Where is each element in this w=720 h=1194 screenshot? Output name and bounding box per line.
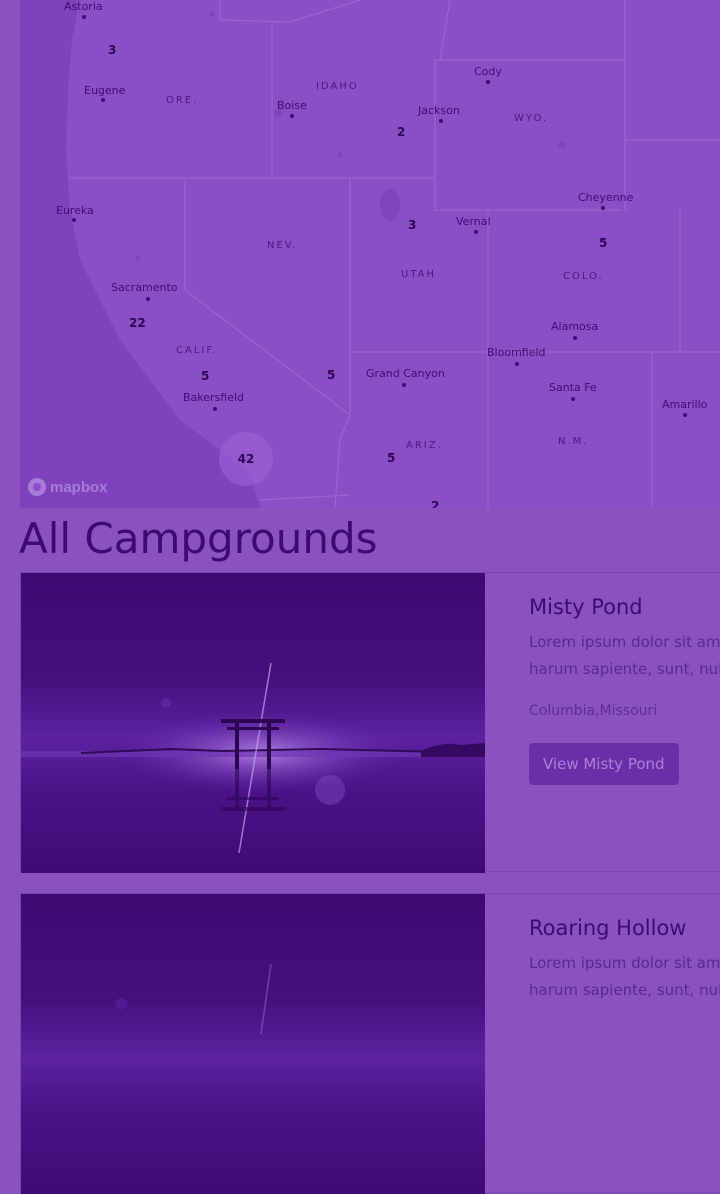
city-dot [683, 413, 687, 417]
mapbox-wordmark: mapbox [50, 478, 108, 496]
city-dot [82, 15, 86, 19]
state-label-utah: UTAH [401, 269, 437, 280]
state-label-wyoming: WYO. [514, 113, 549, 124]
campground-title: Roaring Hollow [529, 916, 687, 940]
campground-card: Roaring Hollow Lorem ipsum dolor sit ame… [20, 893, 720, 1194]
city-label-santa-fe: Santa Fe [549, 381, 597, 394]
mapbox-icon [28, 478, 46, 496]
city-dot [486, 80, 490, 84]
city-label-bloomfield: Bloomfield [487, 346, 546, 359]
city-label-jackson: Jackson [418, 104, 460, 117]
cluster-marker[interactable]: 3 [408, 219, 416, 231]
description-line: harum sapiente, sunt, nulla [529, 660, 720, 678]
cluster-marker[interactable]: 2 [397, 126, 405, 138]
city-label-cheyenne: Cheyenne [578, 191, 634, 204]
city-dot [402, 383, 406, 387]
city-dot [571, 397, 575, 401]
city-label-vernal: Vernal [456, 215, 491, 228]
city-dot [474, 230, 478, 234]
campground-photo [21, 894, 485, 1194]
cluster-marker[interactable]: 5 [327, 369, 335, 381]
city-dot [213, 407, 217, 411]
campground-photo [21, 573, 485, 873]
campground-map[interactable]: Astoria Eugene Boise Cody Jackson Cheyen… [20, 0, 720, 508]
campground-location: Columbia,Missouri [529, 703, 658, 719]
city-dot [573, 336, 577, 340]
page-title: All Campgrounds [19, 514, 378, 563]
map-terrain [20, 0, 720, 508]
state-label-new-mexico: N.M. [558, 436, 589, 447]
state-label-idaho: IDAHO [316, 81, 359, 92]
city-label-amarillo: Amarillo [662, 398, 708, 411]
cluster-marker-large[interactable]: 42 [219, 432, 273, 486]
city-label-alamosa: Alamosa [551, 320, 599, 333]
campground-title: Misty Pond [529, 595, 643, 619]
state-label-california: CALIF. [176, 345, 218, 356]
mapbox-logo[interactable]: mapbox [28, 478, 108, 496]
city-dot [601, 206, 605, 210]
view-campground-button[interactable]: View Misty Pond [529, 743, 679, 785]
description-line: Lorem ipsum dolor sit amet [529, 954, 720, 972]
cluster-marker[interactable]: 5 [201, 370, 209, 382]
city-dot [72, 218, 76, 222]
city-dot [439, 119, 443, 123]
city-dot [101, 98, 105, 102]
city-label-sacramento: Sacramento [111, 281, 178, 294]
photo-scene [115, 963, 272, 1035]
cluster-marker[interactable]: 2 [431, 500, 439, 508]
city-label-eugene: Eugene [84, 84, 126, 97]
cluster-marker[interactable]: 5 [387, 452, 395, 464]
cluster-marker[interactable]: 22 [129, 317, 146, 329]
city-label-eureka: Eureka [56, 204, 94, 217]
campground-description: Lorem ipsum dolor sit amet harum sapient… [529, 950, 720, 1004]
cluster-marker[interactable]: 5 [599, 237, 607, 249]
city-label-grand-canyon: Grand Canyon [366, 367, 445, 380]
description-line: harum sapiente, sunt, nulla [529, 981, 720, 999]
city-label-cody: Cody [474, 65, 502, 78]
cluster-marker[interactable]: 3 [108, 44, 116, 56]
campground-description: Lorem ipsum dolor sit amet harum sapient… [529, 629, 720, 683]
state-label-arizona: ARIZ. [406, 440, 443, 451]
city-dot [515, 362, 519, 366]
city-dot [290, 114, 294, 118]
state-label-colorado: COLO. [563, 271, 604, 282]
city-label-bakersfield: Bakersfield [183, 391, 245, 404]
description-line: Lorem ipsum dolor sit amet [529, 633, 720, 651]
city-label-astoria: Astoria [64, 0, 103, 13]
photo-scene [21, 662, 485, 854]
state-label-oregon: ORE. [166, 95, 199, 106]
campground-card: Misty Pond Lorem ipsum dolor sit amet ha… [20, 572, 720, 873]
state-label-nevada: NEV. [267, 240, 298, 251]
city-label-boise: Boise [277, 99, 307, 112]
city-dot [146, 297, 150, 301]
